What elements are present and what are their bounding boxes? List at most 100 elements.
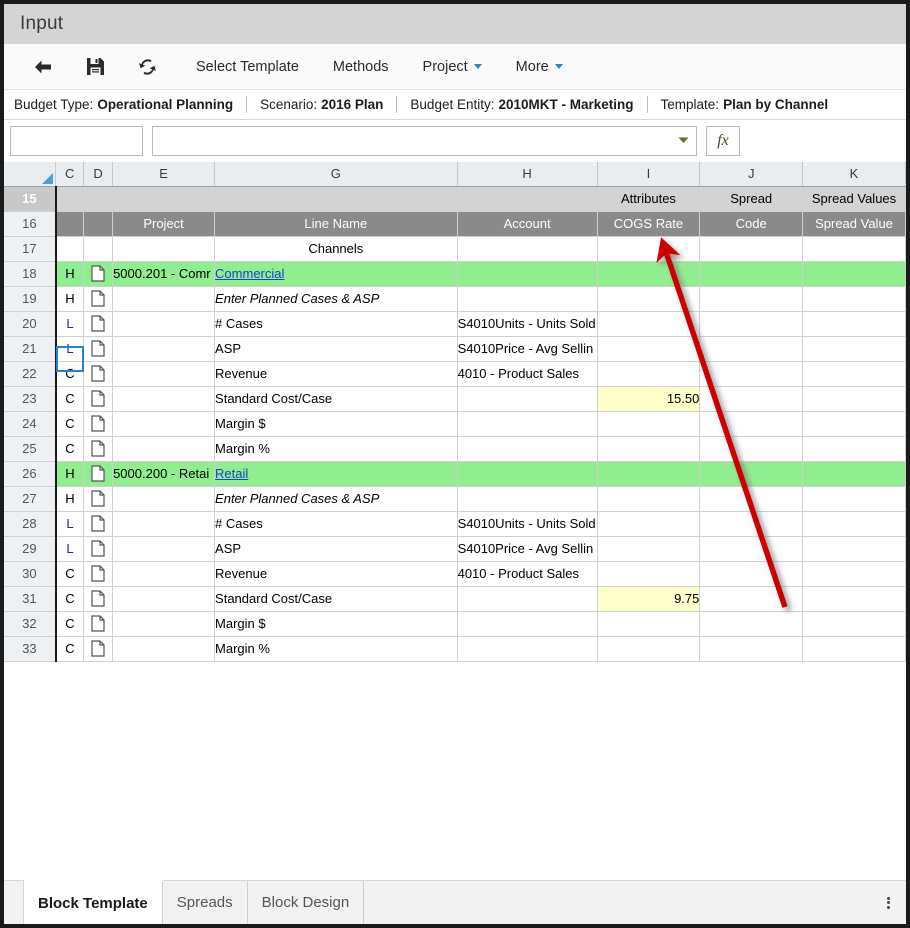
cell-h31[interactable] <box>457 586 598 612</box>
cell-c16[interactable] <box>54 211 85 237</box>
refresh-icon[interactable] <box>130 52 164 82</box>
cell-h20[interactable]: S4010Units - Units Sold <box>457 311 598 337</box>
cell-i15-attributes[interactable]: Attributes <box>597 186 701 212</box>
line-name-link[interactable]: Commercial <box>215 266 284 281</box>
cell-d31[interactable] <box>83 586 114 612</box>
cell-i19[interactable] <box>597 286 701 312</box>
row-header-29[interactable]: 29 <box>4 536 57 562</box>
cell-k32[interactable] <box>802 611 906 637</box>
cell-g21[interactable]: ASP <box>214 336 458 362</box>
cell-h16-account[interactable]: Account <box>457 211 598 237</box>
cell-j29[interactable] <box>699 536 804 562</box>
row-header-25[interactable]: 25 <box>4 436 57 462</box>
row-header-22[interactable]: 22 <box>4 361 57 387</box>
row-header-21[interactable]: 21 <box>4 336 57 362</box>
cell-j23[interactable] <box>699 386 804 412</box>
cell-g29[interactable]: ASP <box>214 536 458 562</box>
row-header-33[interactable]: 33 <box>4 636 57 662</box>
cell-i23[interactable]: 15.50 <box>597 386 701 412</box>
cell-g20[interactable]: # Cases <box>214 311 458 337</box>
cell-d28[interactable] <box>83 511 114 537</box>
cell-i24[interactable] <box>597 411 701 437</box>
cell-k27[interactable] <box>802 486 906 512</box>
column-header-e[interactable]: E <box>112 162 216 187</box>
cell-d32[interactable] <box>83 611 114 637</box>
column-header-g[interactable]: G <box>214 162 458 187</box>
cell-c33[interactable]: C <box>54 636 85 662</box>
back-arrow-icon[interactable] <box>26 52 60 82</box>
row-header-31[interactable]: 31 <box>4 586 57 612</box>
cell-h25[interactable] <box>457 436 598 462</box>
cell-g32[interactable]: Margin $ <box>214 611 458 637</box>
cell-c21[interactable]: L <box>54 336 85 362</box>
cell-d16[interactable] <box>83 211 114 237</box>
cell-e16-project[interactable]: Project <box>112 211 216 237</box>
cell-j24[interactable] <box>699 411 804 437</box>
cell-e20[interactable] <box>112 311 216 337</box>
column-header-c[interactable]: C <box>55 162 85 187</box>
methods-button[interactable]: Methods <box>319 55 403 79</box>
select-template-button[interactable]: Select Template <box>182 55 313 79</box>
cell-i17[interactable] <box>597 236 701 262</box>
cell-c32[interactable]: C <box>54 611 85 637</box>
cell-j20[interactable] <box>699 311 804 337</box>
tab-block-template[interactable]: Block Template <box>24 880 163 924</box>
cell-d21[interactable] <box>83 336 114 362</box>
cell-d22[interactable] <box>83 361 114 387</box>
cell-j21[interactable] <box>699 336 804 362</box>
cell-c28[interactable]: L <box>54 511 85 537</box>
cell-g19[interactable]: Enter Planned Cases & ASP <box>214 286 458 312</box>
cell-c30[interactable]: C <box>54 561 85 587</box>
cell-j26[interactable] <box>699 461 804 487</box>
cell-c17[interactable] <box>54 236 85 262</box>
cell-e25[interactable] <box>112 436 216 462</box>
cell-d25[interactable] <box>83 436 114 462</box>
cell-h24[interactable] <box>457 411 598 437</box>
cell-c15[interactable] <box>54 186 85 212</box>
row-header-17[interactable]: 17 <box>4 236 57 262</box>
row-header-19[interactable]: 19 <box>4 286 57 312</box>
cell-j16-code[interactable]: Code <box>699 211 804 237</box>
cell-d15[interactable] <box>83 186 114 212</box>
row-header-30[interactable]: 30 <box>4 561 57 587</box>
cell-d18[interactable] <box>83 261 114 287</box>
cell-c29[interactable]: L <box>54 536 85 562</box>
cell-i33[interactable] <box>597 636 701 662</box>
cell-h21[interactable]: S4010Price - Avg Sellin <box>457 336 598 362</box>
cell-j33[interactable] <box>699 636 804 662</box>
cell-k17[interactable] <box>802 236 906 262</box>
cell-h19[interactable] <box>457 286 598 312</box>
cell-h27[interactable] <box>457 486 598 512</box>
cell-d29[interactable] <box>83 536 114 562</box>
row-header-28[interactable]: 28 <box>4 511 57 537</box>
cell-k19[interactable] <box>802 286 906 312</box>
cell-i18[interactable] <box>597 261 701 287</box>
cell-d24[interactable] <box>83 411 114 437</box>
cell-e26[interactable]: 5000.200 - Retai <box>112 461 216 487</box>
cell-h23[interactable] <box>457 386 598 412</box>
cell-h18[interactable] <box>457 261 598 287</box>
cell-k29[interactable] <box>802 536 906 562</box>
cell-h28[interactable]: S4010Units - Units Sold <box>457 511 598 537</box>
cell-c27[interactable]: H <box>54 486 85 512</box>
cell-k23[interactable] <box>802 386 906 412</box>
cell-c20[interactable]: L <box>54 311 85 337</box>
row-header-20[interactable]: 20 <box>4 311 57 337</box>
cell-k25[interactable] <box>802 436 906 462</box>
cell-e23[interactable] <box>112 386 216 412</box>
cell-i16-cogs-rate[interactable]: COGS Rate <box>597 211 701 237</box>
cell-h29[interactable]: S4010Price - Avg Sellin <box>457 536 598 562</box>
cell-k26[interactable] <box>802 461 906 487</box>
cell-g33[interactable]: Margin % <box>214 636 458 662</box>
column-header-d[interactable]: D <box>83 162 114 187</box>
cell-k33[interactable] <box>802 636 906 662</box>
tab-spreads[interactable]: Spreads <box>163 881 248 924</box>
cell-h32[interactable] <box>457 611 598 637</box>
cell-k18[interactable] <box>802 261 906 287</box>
cell-g27[interactable]: Enter Planned Cases & ASP <box>214 486 458 512</box>
cell-d33[interactable] <box>83 636 114 662</box>
cell-c18[interactable]: H <box>54 261 85 287</box>
cell-h22[interactable]: 4010 - Product Sales <box>457 361 598 387</box>
cell-g22[interactable]: Revenue <box>214 361 458 387</box>
cell-g24[interactable]: Margin $ <box>214 411 458 437</box>
